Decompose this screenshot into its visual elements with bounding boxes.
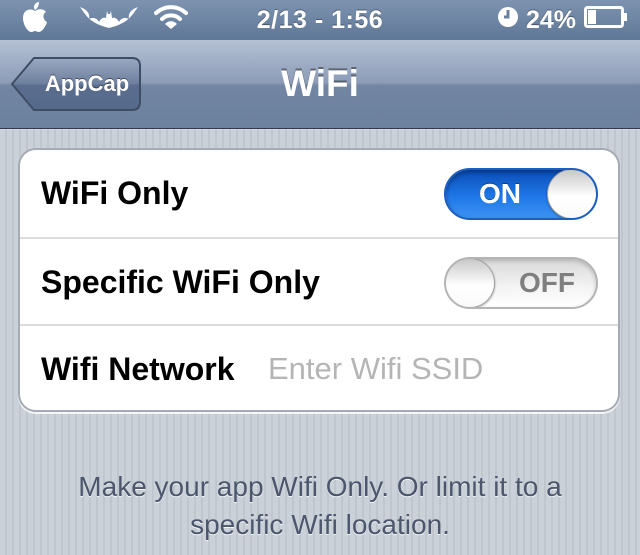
wifi-only-row: WiFi Only ON xyxy=(20,150,618,238)
wifi-only-toggle[interactable]: ON xyxy=(444,168,598,220)
navigation-bar: AppCap WiFi xyxy=(0,40,640,129)
wifi-ssid-input[interactable] xyxy=(268,347,598,391)
settings-group: WiFi Only ON Specific WiFi Only OFF Wifi… xyxy=(18,148,620,412)
wifi-only-toggle-state: ON xyxy=(479,178,521,209)
battery-icon xyxy=(584,5,628,35)
alarm-clock-icon xyxy=(497,6,519,35)
wifi-only-label: WiFi Only xyxy=(41,175,189,211)
specific-wifi-only-toggle[interactable]: OFF xyxy=(444,257,598,309)
back-button-label: AppCap xyxy=(44,71,130,96)
wifi-network-label: Wifi Network xyxy=(41,351,235,387)
back-button[interactable]: AppCap xyxy=(10,56,142,112)
specific-wifi-only-toggle-state: OFF xyxy=(519,267,575,298)
battery-percent: 24% xyxy=(525,5,576,34)
status-right-group: 24% xyxy=(497,5,628,35)
footer-description: Make your app Wifi Only. Or limit it to … xyxy=(78,471,562,540)
wifi-network-row: Wifi Network xyxy=(20,324,618,410)
status-bar: 2/13 - 1:56 24% xyxy=(0,0,640,40)
specific-wifi-only-label: Specific WiFi Only xyxy=(41,264,320,300)
toggle-knob xyxy=(547,170,596,218)
specific-wifi-only-row: Specific WiFi Only OFF xyxy=(20,237,618,325)
toggle-knob xyxy=(446,259,495,307)
